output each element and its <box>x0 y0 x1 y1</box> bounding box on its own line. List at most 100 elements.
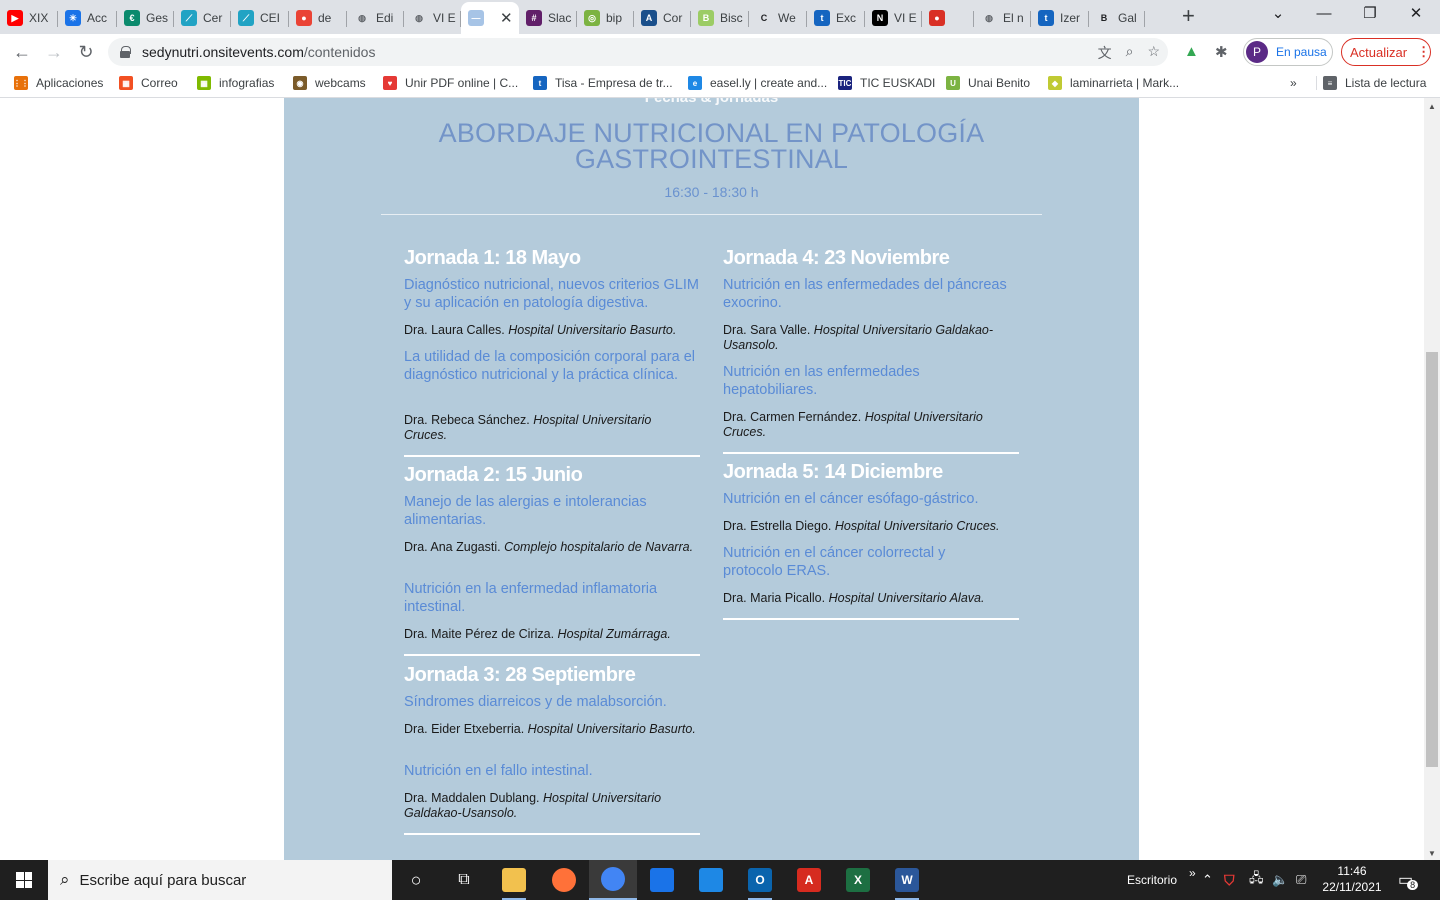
show-hidden-icons-chevron-icon[interactable]: ⌃ <box>1202 860 1213 900</box>
tab-active[interactable]: — ✕ <box>461 2 519 34</box>
network-icon[interactable]: 🖧 <box>1249 860 1264 900</box>
tab-title: Cer <box>203 11 223 25</box>
bookmark-item[interactable]: TIC TIC EUSKADI <box>838 76 935 90</box>
desktop-toolbar[interactable]: Escritorio » <box>1127 860 1196 900</box>
browser-toolbar: ← → ↻ sedynutri.onsitevents.com/contenid… <box>0 34 1440 70</box>
bookmark-item[interactable]: ▦ infografias <box>197 76 274 90</box>
update-button[interactable]: Actualizar ⋮ <box>1341 38 1431 66</box>
translate-icon[interactable]: 文 <box>1098 43 1112 63</box>
browser-tab[interactable]: # Slac <box>519 4 577 32</box>
browser-tab[interactable]: ◍ VI E <box>404 4 461 32</box>
address-bar[interactable]: sedynutri.onsitevents.com/contenidos 文 ⌕… <box>108 38 1168 66</box>
tab-title: El n <box>1003 11 1024 25</box>
reading-list-button[interactable]: ≡ Lista de lectura <box>1316 76 1426 90</box>
jornada-1-speaker-2: Dra. Rebeca Sánchez. Hospital Universita… <box>404 413 652 442</box>
browser-tab[interactable]: N VI E <box>865 4 922 32</box>
taskbar-app-excel[interactable]: X <box>834 860 882 900</box>
profile-status: En pausa <box>1276 45 1327 59</box>
taskbar-search-box[interactable]: ⌕ Escribe aquí para buscar <box>48 860 392 900</box>
bookmark-item[interactable]: t Tisa - Empresa de tr... <box>533 76 673 90</box>
cortana-icon[interactable]: ○ <box>404 868 428 892</box>
refresh-icon: C <box>760 13 768 23</box>
page-scrollbar[interactable]: ▲ ▼ <box>1424 98 1440 860</box>
browser-tab[interactable]: ✳ Acc <box>58 4 117 32</box>
minimize-button[interactable]: — <box>1301 4 1347 24</box>
scroll-up-arrow-icon[interactable]: ▲ <box>1424 102 1440 111</box>
display-icon[interactable]: ⎚ <box>1296 860 1306 900</box>
reload-button[interactable]: ↻ <box>74 41 98 63</box>
browser-tab[interactable]: ◍ El n <box>974 4 1031 32</box>
browser-tab[interactable]: t Izer <box>1031 4 1089 32</box>
chart-icon: ⟋ <box>181 10 197 26</box>
new-tab-button[interactable]: + <box>1182 5 1195 27</box>
profile-button[interactable]: P En pausa <box>1243 38 1333 66</box>
tab-title: Exc <box>836 11 857 25</box>
program-panel: Fechas & jornadas ABORDAJE NUTRICIONAL E… <box>284 98 1139 860</box>
bookmark-item[interactable]: ♥ Unir PDF online | C... <box>383 76 518 90</box>
taskbar-app-word[interactable]: W <box>883 860 931 900</box>
browser-tab[interactable]: B Gal <box>1089 4 1145 32</box>
bookmark-item[interactable]: e easel.ly | create and... <box>688 76 827 90</box>
browser-tab[interactable]: € Ges <box>117 4 174 32</box>
restore-button[interactable]: ❐ <box>1347 4 1393 24</box>
browser-tab[interactable]: A Cor <box>634 4 691 32</box>
notification-count-badge: 8 <box>1407 880 1419 890</box>
bookmark-item[interactable]: ◆ laminarrieta | Mark... <box>1048 76 1179 90</box>
update-label: Actualizar <box>1350 44 1408 60</box>
browser-tab[interactable]: ● de <box>289 4 347 32</box>
taskbar-app-file-explorer[interactable] <box>490 860 538 900</box>
browser-tab[interactable]: ⟋ CEI <box>231 4 289 32</box>
notion-icon: N <box>872 10 888 26</box>
close-window-button[interactable]: ✕ <box>1393 4 1439 24</box>
taskbar-app-thunderbird[interactable] <box>638 860 686 900</box>
browser-tab[interactable]: ● <box>922 4 974 32</box>
clock[interactable]: 11:46 22/11/2021 <box>1318 863 1386 895</box>
taskbar-app-acrobat[interactable]: A <box>785 860 833 900</box>
excel-icon: X <box>846 868 870 892</box>
jornada-2-topic-1: Manejo de las alergias e intolerancias a… <box>404 494 647 528</box>
browser-tab[interactable]: B Bisc <box>691 4 749 32</box>
bookmark-label: Unai Benito <box>968 76 1031 90</box>
taskbar-app-calendar[interactable] <box>687 860 735 900</box>
bookmark-item[interactable]: ◉ webcams <box>293 76 366 90</box>
bookmarks-more-button[interactable]: » <box>1290 76 1297 90</box>
apps-grid-icon: ⋮⋮ <box>13 76 29 90</box>
browser-tab[interactable]: ◎ bip <box>577 4 634 32</box>
google-drive-icon[interactable]: ▲ <box>1184 43 1199 60</box>
browser-tab[interactable]: C We <box>749 4 807 32</box>
notifications-button[interactable]: ▭ 8 <box>1398 860 1419 900</box>
chrome-icon <box>601 867 625 891</box>
zoom-icon[interactable]: ⌕ <box>1126 43 1134 63</box>
start-button[interactable] <box>0 860 48 900</box>
browser-tab[interactable]: ▶ XIX <box>0 4 58 32</box>
lock-icon[interactable] <box>120 46 131 58</box>
tab-search-icon[interactable]: ⌄ <box>1255 4 1301 24</box>
taskbar-app-outlook[interactable]: O <box>736 860 784 900</box>
taskbar-app-firefox[interactable] <box>540 860 588 900</box>
url-text[interactable]: sedynutri.onsitevents.com/contenidos <box>142 44 375 60</box>
taskbar-app-chrome[interactable] <box>589 860 637 900</box>
browser-tab[interactable]: t Exc <box>807 4 865 32</box>
clock-date: 22/11/2021 <box>1322 880 1382 894</box>
close-tab-icon[interactable]: ✕ <box>500 9 513 27</box>
bookmark-item[interactable]: ▦ Correo <box>119 76 178 90</box>
tab-title: XIX <box>29 11 49 25</box>
windows-taskbar: ⌕ Escribe aquí para buscar ○ ⧉ O A X W Escr… <box>0 860 1440 900</box>
scrollbar-thumb[interactable] <box>1426 352 1438 767</box>
mcafee-shield-icon[interactable]: ⛉ <box>1224 860 1235 900</box>
volume-icon[interactable]: 🔈 <box>1272 860 1288 900</box>
jornada-5-topic-1: Nutrición en el cáncer esófago-gástrico. <box>723 491 979 507</box>
bookmark-star-icon[interactable]: ☆ <box>1147 43 1160 63</box>
browser-tab[interactable]: ⟋ Cer <box>174 4 231 32</box>
bookmark-item[interactable]: ⋮⋮ Aplicaciones <box>13 76 103 90</box>
forward-button[interactable]: → <box>42 41 66 63</box>
back-button[interactable]: ← <box>10 41 34 63</box>
bookmark-label: Tisa - Empresa de tr... <box>555 76 673 90</box>
task-view-icon[interactable]: ⧉ <box>452 868 476 892</box>
calendar-icon <box>699 868 723 892</box>
bookmark-item[interactable]: U Unai Benito <box>946 76 1030 90</box>
slack-icon: # <box>526 10 542 26</box>
scroll-down-arrow-icon[interactable]: ▼ <box>1424 849 1440 858</box>
browser-tab[interactable]: ◍ Edi <box>347 4 404 32</box>
extensions-puzzle-icon[interactable]: ✱ <box>1215 43 1228 61</box>
